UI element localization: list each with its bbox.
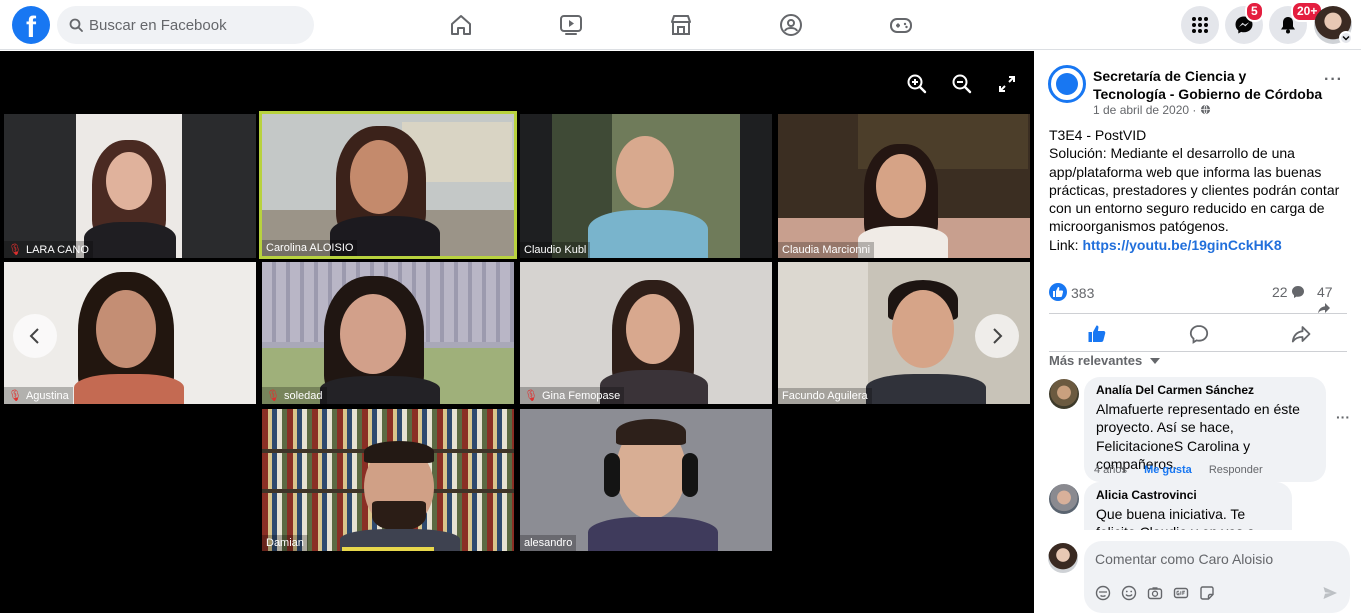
groups-icon[interactable] [779, 13, 803, 37]
post-options-button[interactable]: ··· [1324, 71, 1343, 89]
post-title: T3E4 - PostVID [1049, 127, 1147, 143]
current-user-avatar [1048, 543, 1078, 573]
page-avatar[interactable] [1048, 65, 1086, 103]
share-button[interactable] [1253, 317, 1349, 351]
like-button[interactable] [1049, 317, 1145, 351]
participant-tile: 🎙 Gina Femopase [520, 262, 772, 404]
comment-bubble-icon [1292, 286, 1305, 298]
divider [1049, 351, 1347, 352]
home-icon[interactable] [449, 13, 473, 37]
participant-tile: Claudio Kubl [520, 114, 772, 258]
participant-name: 🎙 LARA CANO [4, 241, 93, 258]
comments-count[interactable]: 22 [1272, 284, 1305, 300]
participant-name: 🎙 Agustina [4, 387, 73, 404]
messenger-button[interactable]: 5 [1225, 1, 1264, 44]
send-icon[interactable] [1322, 585, 1338, 601]
search-bar[interactable] [57, 6, 314, 44]
participant-tile-active: Carolina ALOISIO [259, 111, 517, 259]
participant-name: Carolina ALOISIO [262, 240, 358, 256]
comment-input[interactable] [1095, 549, 1335, 569]
comment-composer[interactable] [1084, 541, 1350, 613]
comment-options-button[interactable]: ··· [1336, 409, 1350, 425]
commenter-avatar[interactable] [1049, 379, 1079, 409]
participant-name: alesandro [520, 535, 577, 551]
comment-icon [1189, 325, 1209, 344]
post-link-line: Link: https://youtu.be/19ginCckHK8 [1049, 236, 1282, 253]
comment-author[interactable]: Alicia Castrovinci [1096, 488, 1280, 502]
chevron-down-icon[interactable] [1339, 31, 1353, 45]
comment-meta: 4 años Me gusta Responder [1094, 464, 1277, 476]
page-name-link[interactable]: Secretaría de Ciencia y Tecnología - Gob… [1093, 67, 1323, 103]
comment-reply-button[interactable]: Responder [1209, 464, 1263, 476]
comment-composer-area [1034, 533, 1361, 613]
divider [1049, 313, 1347, 314]
sticker-icon[interactable] [1199, 585, 1215, 601]
reactions-summary: 383 22 47 [1049, 283, 1349, 314]
post-panel: Secretaría de Ciencia y Tecnología - Gob… [1034, 51, 1361, 613]
share-arrow-icon [1291, 326, 1311, 343]
gaming-icon[interactable] [889, 13, 913, 37]
post-link[interactable]: https://youtu.be/19ginCckHK8 [1082, 237, 1281, 253]
comment-bubble: Alicia Castrovinci Que buena iniciativa.… [1084, 482, 1292, 530]
thumbs-up-icon [1088, 325, 1106, 342]
previous-photo-button[interactable] [13, 314, 57, 358]
comment-text: Que buena iniciativa. Te felicito Claudi… [1096, 506, 1255, 530]
gif-icon[interactable] [1173, 585, 1189, 601]
caret-down-icon [1149, 358, 1160, 364]
top-navigation-bar: f 5 20+ [0, 0, 1361, 50]
search-input[interactable] [89, 15, 304, 35]
participant-name: Claudio Kubl [520, 242, 591, 258]
zoom-in-icon[interactable] [906, 73, 928, 95]
reactions-count[interactable]: 383 [1071, 285, 1094, 301]
like-reaction-icon [1049, 283, 1067, 301]
participant-tile: Damian [262, 409, 514, 551]
camera-icon[interactable] [1147, 585, 1163, 601]
menu-button[interactable] [1181, 6, 1219, 44]
globe-icon [1200, 104, 1210, 115]
comment-like-button[interactable]: Me gusta [1144, 464, 1192, 476]
chevron-left-icon [29, 328, 39, 344]
commenter-avatar[interactable] [1049, 484, 1079, 514]
zoom-out-icon[interactable] [951, 73, 973, 95]
search-icon [69, 18, 83, 32]
comment-author[interactable]: Analía Del Carmen Sánchez [1096, 383, 1314, 397]
notifications-button[interactable]: 20+ [1269, 1, 1324, 44]
comment-button[interactable] [1151, 317, 1247, 351]
watch-icon[interactable] [559, 13, 583, 37]
avatar-sticker-icon[interactable] [1095, 585, 1111, 601]
participant-name: 🎙 Gina Femopase [520, 387, 625, 404]
comment-text: Almafuerte representado en éste proyecto… [1096, 401, 1300, 473]
chevron-right-icon [993, 328, 1003, 344]
shares-count[interactable]: 47 [1317, 284, 1349, 316]
emoji-icon[interactable] [1121, 585, 1137, 601]
page-logo-mark [1056, 73, 1078, 95]
comment-sort-dropdown[interactable]: Más relevantes [1049, 353, 1160, 368]
participant-name: 🎙 soledad [262, 387, 327, 404]
facebook-logo[interactable]: f [12, 6, 50, 44]
participant-tile: alesandro [520, 409, 772, 551]
photo-viewer: 🎙 LARA CANO Carolina ALOISIO Claudio Kubl… [0, 51, 1034, 613]
post-timestamp[interactable]: 1 de abril de 2020 · [1093, 103, 1211, 117]
participant-name: Damian [262, 535, 308, 551]
fullscreen-icon[interactable] [996, 73, 1018, 95]
post-description: Solución: Mediante el desarrollo de una … [1049, 145, 1340, 235]
participant-tile: 🎙 soledad [262, 262, 514, 404]
participant-name: Facundo Aguilera [778, 388, 872, 404]
participant-name: Claudia Marcionni [778, 242, 875, 258]
grid-menu-icon [1192, 17, 1208, 33]
messenger-badge: 5 [1245, 1, 1264, 22]
post-body: T3E4 - PostVID Solución: Mediante el des… [1049, 126, 1349, 254]
next-photo-button[interactable] [975, 314, 1019, 358]
comment-age[interactable]: 4 años [1094, 464, 1127, 476]
participant-tile: Claudia Marcionni [778, 114, 1030, 258]
participant-tile: 🎙 LARA CANO [4, 114, 256, 258]
marketplace-icon[interactable] [669, 13, 693, 37]
